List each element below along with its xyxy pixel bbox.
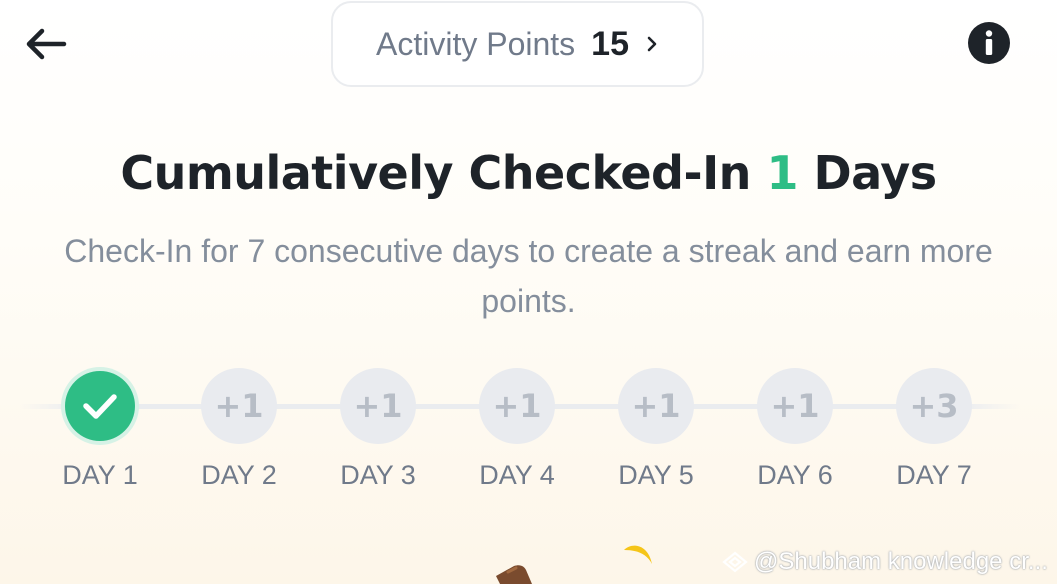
day-reward: +1 bbox=[340, 368, 416, 444]
streak-description-line-1: Check-In for 7 consecutive days to creat… bbox=[64, 233, 993, 269]
streak-description-line-2: points. bbox=[481, 283, 576, 319]
day-label: DAY 1 bbox=[62, 460, 138, 490]
day-item-6: +1 DAY 6 bbox=[745, 368, 845, 491]
checked-in-count: 1 bbox=[766, 146, 798, 200]
info-icon bbox=[968, 22, 1010, 64]
day-reward: +1 bbox=[479, 368, 555, 444]
day-item-7: +3 DAY 7 bbox=[884, 368, 984, 491]
day-label: DAY 7 bbox=[896, 460, 972, 490]
chevron-right-icon bbox=[647, 36, 657, 52]
day-reward: +3 bbox=[896, 368, 972, 444]
activity-points-button[interactable]: Activity Points 15 bbox=[331, 1, 704, 87]
activity-points-label: Activity Points bbox=[376, 25, 576, 62]
watermark-text: @Shubham knowledge cr... bbox=[754, 548, 1048, 575]
day-item-4: +1 DAY 4 bbox=[467, 368, 567, 491]
day-item-3: +1 DAY 3 bbox=[328, 368, 428, 491]
streak-description: Check-In for 7 consecutive days to creat… bbox=[30, 226, 1027, 326]
gift-bag-icon bbox=[496, 565, 532, 584]
day-reward: +1 bbox=[757, 368, 833, 444]
day-item-2: +1 DAY 2 bbox=[189, 368, 289, 491]
day-label: DAY 5 bbox=[618, 460, 694, 490]
title-suffix: Days bbox=[813, 146, 937, 200]
diamond-logo-icon bbox=[722, 551, 748, 573]
page-title: Cumulatively Checked-In 1 Days bbox=[0, 146, 1057, 200]
day-item-5: +1 DAY 5 bbox=[606, 368, 706, 491]
arrow-left-icon bbox=[26, 28, 67, 60]
activity-points-value: 15 bbox=[591, 24, 629, 63]
check-in-page: Activity Points 15 Cumulatively Checked-… bbox=[0, 0, 1057, 584]
day-1-status bbox=[65, 371, 135, 441]
back-button[interactable] bbox=[22, 24, 70, 64]
day-label: DAY 6 bbox=[757, 460, 833, 490]
watermark: @Shubham knowledge cr... bbox=[722, 548, 1048, 576]
day-label: DAY 3 bbox=[340, 460, 416, 490]
day-item-1: DAY 1 bbox=[50, 368, 150, 491]
info-button[interactable] bbox=[968, 22, 1010, 64]
day-reward: +1 bbox=[201, 368, 277, 444]
title-prefix: Cumulatively Checked-In bbox=[120, 146, 751, 200]
day-label: DAY 2 bbox=[201, 460, 277, 490]
day-reward: +1 bbox=[618, 368, 694, 444]
crescent-moon-icon bbox=[624, 545, 652, 564]
day-label: DAY 4 bbox=[479, 460, 555, 490]
checkmark-icon bbox=[83, 394, 117, 419]
